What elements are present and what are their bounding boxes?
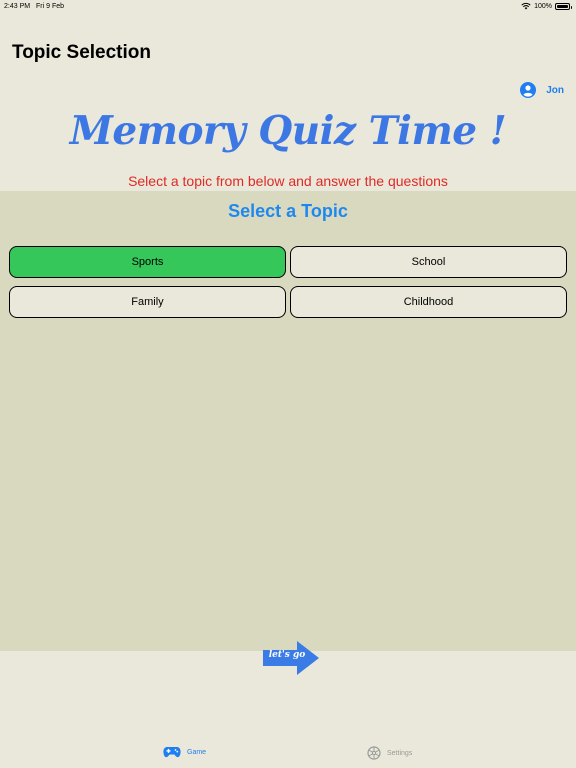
battery-icon [555,2,572,10]
tab-bar: Game Settings [0,740,576,768]
user-name: Jon [546,84,564,96]
subtitle: Select a topic from below and answer the… [128,173,448,189]
tab-game-label: Game [187,748,207,756]
topic-button-childhood[interactable]: Childhood [290,286,567,318]
topic-panel: Select a Topic Sports School Family Chil… [0,191,576,651]
status-date: Fri 9 Feb [36,3,65,10]
lets-go-button[interactable]: let's go [263,650,311,660]
status-indicators: 100% [521,2,572,10]
person-circle-icon [520,82,537,98]
topic-button-sports[interactable]: Sports [9,246,286,278]
tab-game[interactable]: Game [163,746,206,758]
topic-button-school[interactable]: School [290,246,567,278]
topic-panel-title: Select a Topic [228,201,348,221]
tab-settings[interactable]: Settings [367,746,412,760]
page-title: Topic Selection [12,42,152,63]
gear-icon [367,746,381,760]
app-title: Memory Quiz Time ! [69,108,507,154]
topic-button-family[interactable]: Family [9,286,286,318]
status-bar: 2:43 PM Fri 9 Feb 100% [0,0,576,14]
gamecontroller-icon [163,747,181,758]
battery-percent: 100% [534,2,552,10]
status-time: 2:43 PM [4,3,31,10]
user-profile-button[interactable]: Jon [520,82,564,98]
tab-settings-label: Settings [387,749,413,757]
wifi-icon [521,2,531,10]
